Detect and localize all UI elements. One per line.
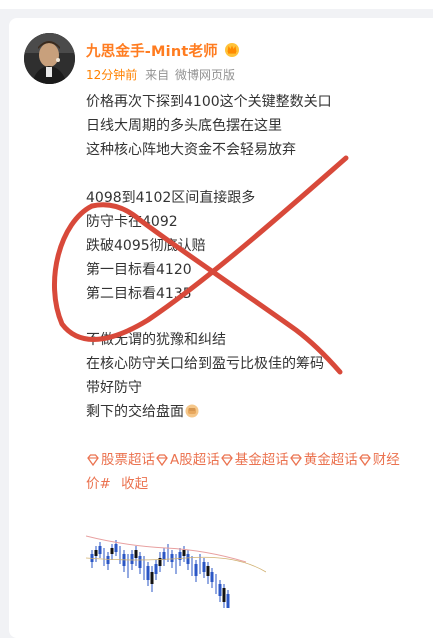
diamond-icon: [156, 454, 168, 467]
topic-label: A股超话: [170, 452, 220, 468]
avatar[interactable]: [24, 33, 75, 84]
post-line-10: 在核心防守关口给到盈亏比极佳的筹码: [86, 356, 324, 372]
topic-tail[interactable]: 价#: [86, 476, 111, 492]
topic-label: 基金超话: [234, 452, 289, 468]
collapse-link[interactable]: 收起: [121, 476, 148, 492]
post-line-5: 防守卡在4092: [86, 214, 178, 230]
post-line-12: 剩下的交给盘面: [86, 402, 199, 422]
post-line-7: 第一目标看4120: [86, 262, 192, 278]
fist-emoji-icon: [185, 404, 199, 418]
chart-thumbnail[interactable]: [86, 522, 266, 608]
diamond-icon: [220, 454, 233, 467]
topics-continuation: 价# 收起: [86, 472, 148, 492]
topic-ashare[interactable]: A股超话: [155, 450, 220, 470]
post-line-6: 跌破4095彻底认赔: [86, 238, 206, 254]
post-line-12-text: 剩下的交给盘面: [86, 404, 184, 420]
post-source: 微博网页版: [174, 68, 235, 82]
post-meta: 12分钟前 来自 微博网页版: [86, 66, 235, 83]
post-line-8: 第二目标看4135: [86, 286, 192, 302]
post-line-3: 这种核心阵地大资金不会轻易放弃: [86, 142, 296, 158]
diamond-icon: [358, 454, 371, 467]
top-bar: [0, 0, 433, 9]
topic-gold[interactable]: 黄金超话: [289, 450, 358, 470]
topic-finance[interactable]: 财经: [358, 450, 400, 470]
topic-stock[interactable]: 股票超话: [86, 450, 155, 470]
diamond-icon: [87, 454, 99, 467]
source-prefix: 来自: [145, 68, 170, 82]
topics-row: 股票超话 A股超话 基金超话 黄金超话 财经: [86, 450, 400, 473]
post-line-9: 不做无谓的犹豫和纠结: [86, 332, 226, 348]
post-line-2: 日线大周期的多头底色摆在这里: [86, 118, 282, 134]
post-time[interactable]: 12分钟前: [86, 68, 137, 82]
diamond-icon: [289, 454, 302, 467]
username[interactable]: 九思金手-Mint老师: [86, 40, 218, 61]
post-line-1: 价格再次下探到4100这个关键整数关口: [86, 94, 332, 110]
post-line-11: 带好防守: [86, 380, 142, 396]
topic-fund[interactable]: 基金超话: [220, 450, 289, 470]
topic-label: 黄金超话: [303, 452, 358, 468]
crown-icon: [225, 43, 239, 57]
topic-label: 股票超话: [101, 452, 155, 468]
topic-label: 财经: [372, 452, 400, 468]
post-line-4: 4098到4102区间直接跟多: [86, 190, 256, 206]
